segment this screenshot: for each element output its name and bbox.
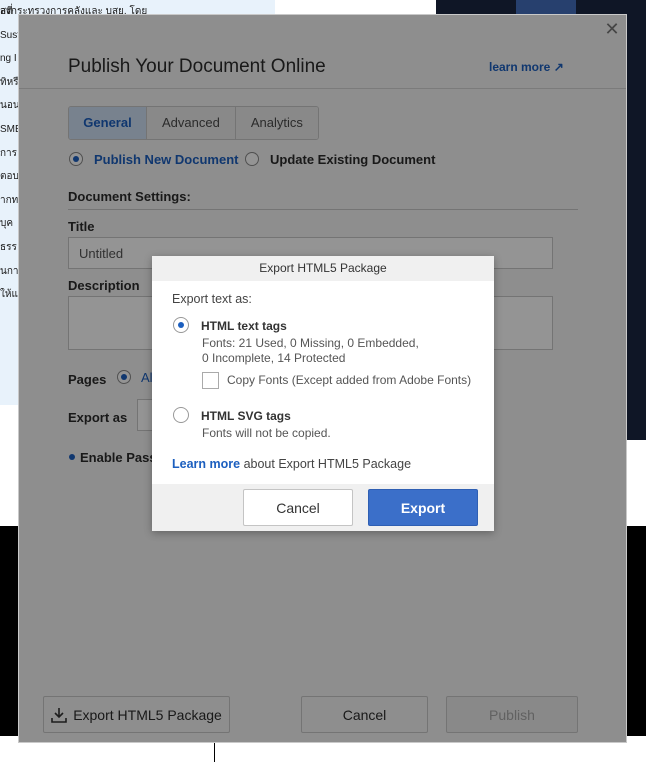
html-svg-tags-label[interactable]: HTML SVG tags [201,409,291,423]
learn-more-rest: about Export HTML5 Package [240,457,412,471]
copy-fonts-label[interactable]: Copy Fonts (Except added from Adobe Font… [227,373,471,388]
learn-more-line: Learn more about Export HTML5 Package [172,457,411,471]
html-svg-tags-radio[interactable] [173,407,189,423]
fonts-info-line2: 0 Incomplete, 14 Protected [202,351,346,365]
modal-title: Export HTML5 Package [152,256,494,281]
copy-fonts-checkbox[interactable] [202,372,219,389]
html-text-tags-label[interactable]: HTML text tags [201,319,287,333]
modal-cancel-button[interactable]: Cancel [243,489,353,526]
export-html5-modal: Export HTML5 Package Export text as: HTM… [152,256,494,531]
fonts-info-line1: Fonts: 21 Used, 0 Missing, 0 Embedded, [202,336,419,350]
export-text-as-label: Export text as: [172,292,252,306]
modal-learn-more-link[interactable]: Learn more [172,457,240,471]
modal-export-button[interactable]: Export [368,489,478,526]
html-text-tags-radio[interactable] [173,317,189,333]
fonts-not-copied-note: Fonts will not be copied. [202,426,331,440]
